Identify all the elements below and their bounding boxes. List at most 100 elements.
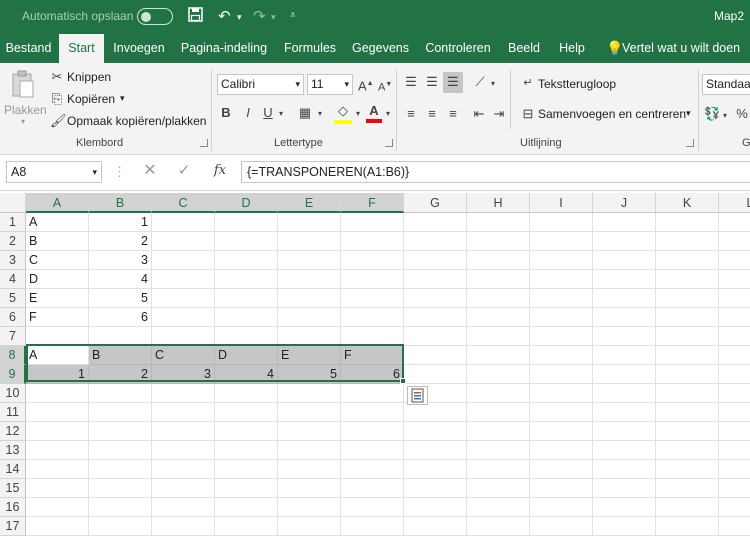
cell-a11[interactable]: [26, 403, 89, 422]
cell-a2[interactable]: B: [26, 232, 89, 251]
cell-e14[interactable]: [278, 460, 341, 479]
cell-a14[interactable]: [26, 460, 89, 479]
cell-g3[interactable]: [404, 251, 467, 270]
row-header-5[interactable]: 5: [0, 289, 26, 308]
column-header-d[interactable]: D: [215, 193, 278, 213]
cell-h14[interactable]: [467, 460, 530, 479]
cut-button[interactable]: Knippen: [67, 70, 111, 84]
cell-l4[interactable]: [719, 270, 750, 289]
cell-j9[interactable]: [593, 365, 656, 384]
cell-a9[interactable]: 1: [26, 365, 89, 384]
clipboard-dialog-launcher[interactable]: [200, 139, 208, 147]
tab-pagina-indeling[interactable]: Pagina-indeling: [176, 34, 272, 63]
fill-handle[interactable]: [400, 378, 406, 384]
cell-a7[interactable]: [26, 327, 89, 346]
cell-j2[interactable]: [593, 232, 656, 251]
cell-a16[interactable]: [26, 498, 89, 517]
cell-e7[interactable]: [278, 327, 341, 346]
cell-g14[interactable]: [404, 460, 467, 479]
decrease-font-icon[interactable]: A▼: [378, 77, 392, 96]
row-header-9[interactable]: 9: [0, 365, 26, 384]
cell-c12[interactable]: [152, 422, 215, 441]
tab-help[interactable]: Help: [552, 34, 592, 63]
cell-f2[interactable]: [341, 232, 404, 251]
cell-j8[interactable]: [593, 346, 656, 365]
cell-i9[interactable]: [530, 365, 593, 384]
cell-l16[interactable]: [719, 498, 750, 517]
borders-icon[interactable]: ▦: [297, 105, 313, 121]
cell-c2[interactable]: [152, 232, 215, 251]
cell-d15[interactable]: [215, 479, 278, 498]
merge-center-button[interactable]: Samenvoegen en centreren: [538, 107, 686, 121]
cell-b8[interactable]: B: [89, 346, 152, 365]
cell-h15[interactable]: [467, 479, 530, 498]
cell-b16[interactable]: [89, 498, 152, 517]
cell-g13[interactable]: [404, 441, 467, 460]
font-dialog-launcher[interactable]: [385, 139, 393, 147]
cell-f15[interactable]: [341, 479, 404, 498]
cell-a3[interactable]: C: [26, 251, 89, 270]
cell-e3[interactable]: [278, 251, 341, 270]
cell-e12[interactable]: [278, 422, 341, 441]
cell-l5[interactable]: [719, 289, 750, 308]
cell-i10[interactable]: [530, 384, 593, 403]
cell-f1[interactable]: [341, 213, 404, 232]
merge-dropdown-icon[interactable]: ▾: [686, 108, 691, 119]
tab-formules[interactable]: Formules: [278, 34, 342, 63]
font-name-combo[interactable]: Calibri ▾: [217, 74, 304, 95]
cell-b5[interactable]: 5: [89, 289, 152, 308]
cell-a13[interactable]: [26, 441, 89, 460]
cell-f11[interactable]: [341, 403, 404, 422]
cell-g8[interactable]: [404, 346, 467, 365]
cell-c16[interactable]: [152, 498, 215, 517]
cell-e5[interactable]: [278, 289, 341, 308]
cell-k16[interactable]: [656, 498, 719, 517]
cell-d13[interactable]: [215, 441, 278, 460]
cell-j13[interactable]: [593, 441, 656, 460]
cell-b10[interactable]: [89, 384, 152, 403]
column-header-a[interactable]: A: [26, 193, 89, 213]
cell-c11[interactable]: [152, 403, 215, 422]
cell-h8[interactable]: [467, 346, 530, 365]
cell-i17[interactable]: [530, 517, 593, 536]
cell-b14[interactable]: [89, 460, 152, 479]
cell-b4[interactable]: 4: [89, 270, 152, 289]
cell-c6[interactable]: [152, 308, 215, 327]
orientation-dropdown-icon[interactable]: ▾: [489, 76, 497, 92]
cell-f14[interactable]: [341, 460, 404, 479]
cell-g6[interactable]: [404, 308, 467, 327]
autosave-toggle[interactable]: [137, 8, 173, 25]
cell-i13[interactable]: [530, 441, 593, 460]
column-header-h[interactable]: H: [467, 193, 530, 213]
underline-button[interactable]: U: [262, 105, 274, 121]
tab-invoegen[interactable]: Invoegen: [106, 34, 172, 63]
insert-function-button[interactable]: fx: [212, 163, 228, 179]
cell-i12[interactable]: [530, 422, 593, 441]
cell-c4[interactable]: [152, 270, 215, 289]
row-header-10[interactable]: 10: [0, 384, 26, 403]
cell-d14[interactable]: [215, 460, 278, 479]
cell-e8[interactable]: E: [278, 346, 341, 365]
cell-i14[interactable]: [530, 460, 593, 479]
cell-e15[interactable]: [278, 479, 341, 498]
decrease-indent-icon[interactable]: ⇤: [471, 106, 487, 122]
cell-g5[interactable]: [404, 289, 467, 308]
cell-k2[interactable]: [656, 232, 719, 251]
row-header-6[interactable]: 6: [0, 308, 26, 327]
undo-dropdown-icon[interactable]: ▾: [237, 12, 242, 23]
cell-c17[interactable]: [152, 517, 215, 536]
tab-beeld[interactable]: Beeld: [503, 34, 545, 63]
cell-d5[interactable]: [215, 289, 278, 308]
redo-dropdown-icon[interactable]: ▾: [271, 12, 276, 23]
undo-icon[interactable]: ↶: [218, 7, 231, 25]
cell-d10[interactable]: [215, 384, 278, 403]
cell-k14[interactable]: [656, 460, 719, 479]
font-color-dropdown-icon[interactable]: ▾: [384, 106, 392, 122]
cell-g4[interactable]: [404, 270, 467, 289]
cell-i15[interactable]: [530, 479, 593, 498]
cell-h12[interactable]: [467, 422, 530, 441]
cell-c8[interactable]: C: [152, 346, 215, 365]
accounting-dropdown-icon[interactable]: ▾: [721, 108, 729, 124]
cell-e16[interactable]: [278, 498, 341, 517]
cell-j3[interactable]: [593, 251, 656, 270]
